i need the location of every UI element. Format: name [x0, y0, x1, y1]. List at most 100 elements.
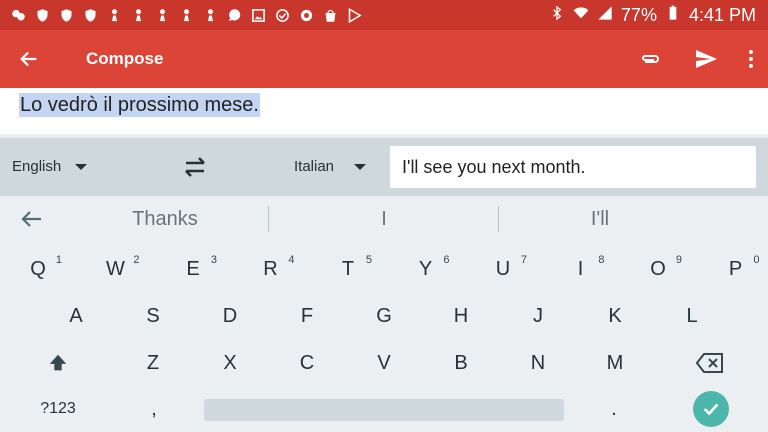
- source-language-select[interactable]: English: [12, 158, 88, 175]
- key-number-hint: 6: [443, 254, 450, 266]
- target-language-label: Italian: [294, 158, 335, 175]
- period-key[interactable]: .: [576, 386, 652, 432]
- key-number-hint: 1: [55, 254, 62, 266]
- send-button[interactable]: [678, 30, 734, 88]
- key-c[interactable]: C: [269, 340, 345, 386]
- key-w[interactable]: W2: [78, 246, 154, 292]
- translation-text: I'll see you next month.: [402, 156, 586, 177]
- key-number-hint: 7: [520, 254, 527, 266]
- key-label: X: [223, 351, 237, 374]
- battery-percent: 77%: [620, 4, 657, 25]
- key-m[interactable]: M: [577, 340, 653, 386]
- key-p[interactable]: P0: [698, 246, 768, 292]
- key-g[interactable]: G: [346, 293, 422, 339]
- key-v[interactable]: V: [346, 340, 422, 386]
- key-o[interactable]: O9: [620, 246, 696, 292]
- check-icon: [703, 403, 719, 416]
- key-number-hint: 4: [288, 254, 295, 266]
- key-label: W: [106, 257, 125, 280]
- key-y[interactable]: Y6: [388, 246, 464, 292]
- send-icon: [696, 50, 717, 68]
- arrow-back-icon[interactable]: [20, 207, 44, 231]
- key-label: B: [454, 351, 468, 374]
- key-label: M: [606, 351, 624, 374]
- comma-key[interactable]: ,: [116, 386, 192, 432]
- key-b[interactable]: B: [423, 340, 499, 386]
- suggestion-strip: Thanks I I'll: [0, 196, 768, 242]
- divider: [498, 206, 499, 232]
- dropdown-arrow-icon: [354, 163, 367, 170]
- check-circle-icon: [275, 8, 290, 23]
- translation-input[interactable]: I'll see you next month.: [390, 146, 756, 188]
- key-x[interactable]: X: [192, 340, 268, 386]
- key-number-hint: 8: [598, 254, 605, 266]
- suggestion-1[interactable]: Thanks: [60, 196, 270, 242]
- compose-selected-text[interactable]: Lo vedrò il prossimo mese.: [19, 93, 260, 117]
- key-label: C: [299, 351, 315, 374]
- battery-icon: [665, 5, 681, 26]
- key-label: H: [453, 304, 469, 327]
- key-label: K: [608, 304, 622, 327]
- key-s[interactable]: S: [115, 293, 191, 339]
- key-f[interactable]: F: [269, 293, 345, 339]
- shift-key[interactable]: [20, 340, 96, 386]
- key-h[interactable]: H: [423, 293, 499, 339]
- key-label: Y: [418, 257, 433, 280]
- key-n[interactable]: N: [500, 340, 576, 386]
- app-bar: Compose: [0, 30, 768, 88]
- key-k[interactable]: K: [577, 293, 653, 339]
- key-number-hint: 0: [753, 254, 760, 266]
- key-t[interactable]: T5: [310, 246, 386, 292]
- key-a[interactable]: A: [38, 293, 114, 339]
- key-l[interactable]: L: [654, 293, 730, 339]
- key-label: S: [146, 304, 160, 327]
- key-d[interactable]: D: [192, 293, 268, 339]
- attach-button[interactable]: [622, 30, 678, 88]
- key-u[interactable]: U7: [465, 246, 541, 292]
- key-z[interactable]: Z: [115, 340, 191, 386]
- symbols-key[interactable]: ?123: [20, 386, 96, 432]
- key-label: U: [495, 257, 511, 280]
- key-number-hint: 9: [675, 254, 682, 266]
- key-label: A: [69, 304, 83, 327]
- key-label: V: [377, 351, 391, 374]
- key-label: P: [728, 257, 743, 280]
- key-e[interactable]: E3: [155, 246, 231, 292]
- clock: 4:41 PM: [688, 4, 756, 25]
- shopping-bag-icon: [323, 8, 338, 23]
- key-label: R: [263, 257, 278, 280]
- done-button[interactable]: [693, 391, 729, 427]
- suggestion-3[interactable]: I'll: [500, 196, 700, 242]
- arrow-back-icon: [20, 51, 37, 67]
- back-button[interactable]: [0, 30, 58, 88]
- compose-body[interactable]: Lo vedrò il prossimo mese.: [0, 88, 768, 134]
- backspace-key[interactable]: [672, 340, 748, 386]
- shield-icon: [35, 8, 50, 23]
- key-number-hint: 3: [210, 254, 217, 266]
- wifi-icon: [573, 5, 589, 26]
- target-language-select[interactable]: Italian: [294, 158, 367, 175]
- key-i[interactable]: I8: [543, 246, 619, 292]
- chat-icon: [11, 8, 26, 23]
- chess-pawn-icon: [131, 8, 146, 23]
- status-bar: 77% 4:41 PM: [0, 0, 768, 30]
- keyboard: ?123 , . Q1W2E3R4T5Y6U7I8O9P0ASDFGHJKLZX…: [0, 242, 768, 432]
- chess-pawn-icon: [203, 8, 218, 23]
- shield-icon: [59, 8, 74, 23]
- more-options-button[interactable]: [734, 30, 768, 88]
- swap-languages-icon[interactable]: [182, 156, 208, 178]
- key-r[interactable]: R4: [233, 246, 309, 292]
- key-label: Z: [146, 351, 160, 374]
- refresh-icon: [299, 8, 314, 23]
- suggestion-2[interactable]: I: [270, 196, 498, 242]
- speech-bubble-icon: [227, 8, 242, 23]
- key-q[interactable]: Q1: [0, 246, 76, 292]
- key-label: O: [650, 257, 666, 280]
- key-j[interactable]: J: [500, 293, 576, 339]
- key-label: G: [376, 304, 392, 327]
- status-right: 77% 4:41 PM: [549, 0, 756, 30]
- divider: [268, 206, 269, 232]
- key-number-hint: 2: [133, 254, 140, 266]
- space-bar[interactable]: [204, 399, 564, 421]
- key-label: F: [300, 304, 314, 327]
